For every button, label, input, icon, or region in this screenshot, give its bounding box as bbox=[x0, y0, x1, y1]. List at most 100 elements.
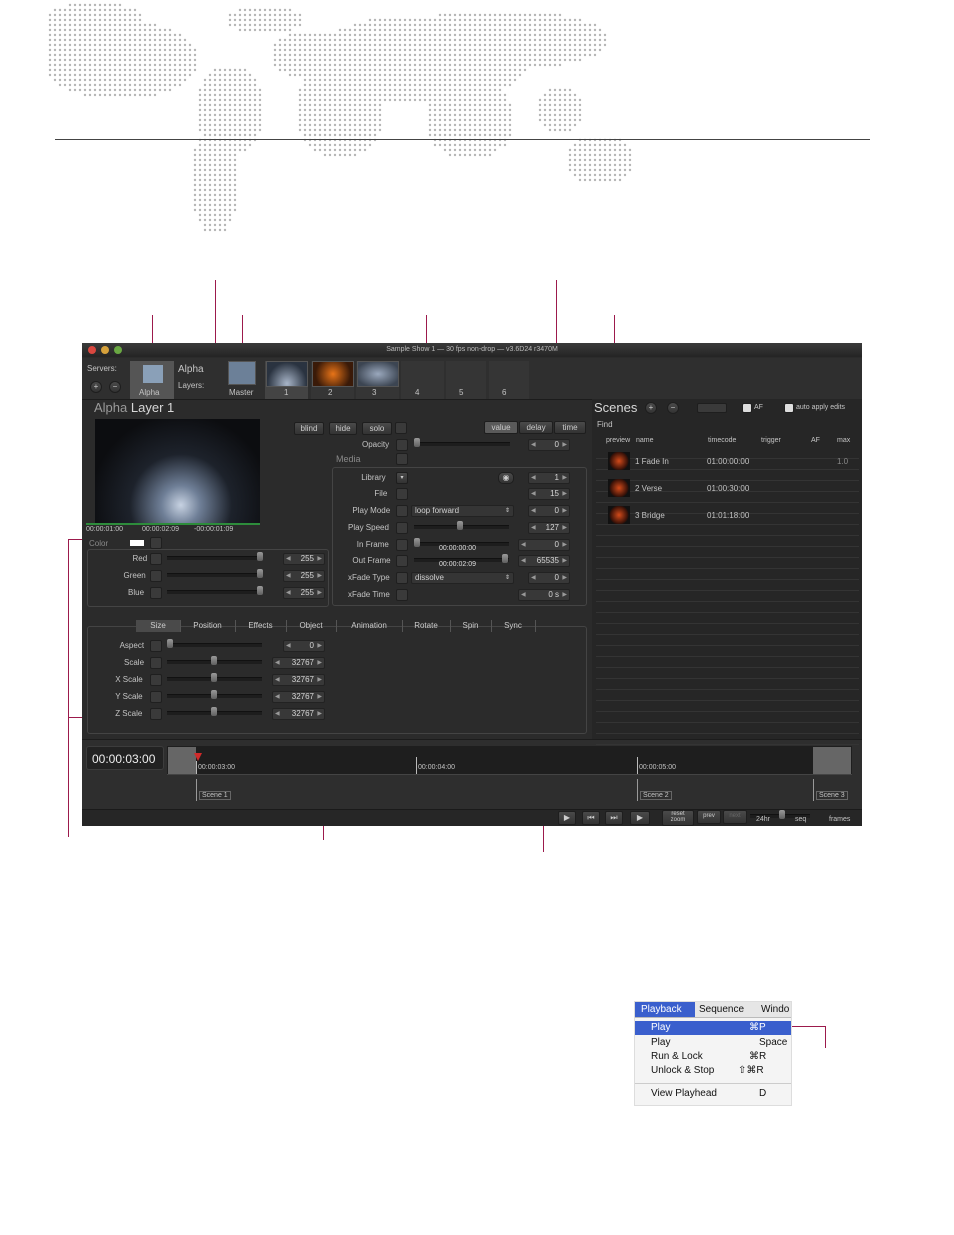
color-red-knob[interactable] bbox=[257, 552, 263, 561]
z-scale-knob[interactable] bbox=[211, 707, 217, 716]
color-blue-checkbox[interactable] bbox=[150, 587, 162, 599]
menu-item-run-lock[interactable]: Run & Lock ⌘R bbox=[635, 1050, 791, 1064]
value-mode-button[interactable]: value bbox=[484, 421, 518, 434]
tab-animation[interactable]: Animation bbox=[336, 620, 403, 632]
add-server-button[interactable]: + bbox=[90, 381, 102, 393]
server-alpha-tile[interactable]: Alpha bbox=[130, 361, 174, 399]
playspeed-value[interactable]: ◀ 127 ▶ bbox=[528, 522, 570, 534]
scale-value[interactable]: ◀ 32767 ▶ bbox=[272, 657, 325, 669]
scale-checkbox[interactable] bbox=[150, 657, 162, 669]
file-value[interactable]: ◀ 15 ▶ bbox=[528, 488, 570, 500]
outframe-value[interactable]: ◀ 65535 ▶ bbox=[518, 555, 570, 567]
color-red-value[interactable]: ◀ 255 ▶ bbox=[283, 553, 325, 565]
timeline-range-start[interactable] bbox=[168, 747, 196, 774]
color-green-slider[interactable] bbox=[167, 573, 262, 577]
menu-item-view-playhead[interactable]: View Playhead D bbox=[635, 1087, 791, 1101]
zoom-slider-knob[interactable] bbox=[779, 810, 785, 819]
cue-scene-1[interactable]: Scene 1 bbox=[196, 779, 233, 801]
fps-label[interactable]: 24hr bbox=[756, 816, 770, 823]
inframe-checkbox[interactable] bbox=[396, 539, 408, 551]
frames-label[interactable]: frames bbox=[829, 816, 850, 823]
cue-scene-2[interactable]: Scene 2 bbox=[637, 779, 674, 801]
x-scale-checkbox[interactable] bbox=[150, 674, 162, 686]
playhead-marker[interactable] bbox=[194, 753, 202, 761]
reset-zoom-button[interactable]: reset zoom bbox=[662, 810, 694, 826]
solo-button[interactable]: solo bbox=[362, 422, 392, 435]
scene-row[interactable]: 3 Bridge 01:01:18:00 bbox=[596, 505, 859, 529]
y-scale-value[interactable]: ◀ 32767 ▶ bbox=[272, 691, 325, 703]
color-green-value[interactable]: ◀ 255 ▶ bbox=[283, 570, 325, 582]
menu-item-play[interactable]: Play ⌘P bbox=[635, 1021, 791, 1035]
tab-position[interactable]: Position bbox=[180, 620, 236, 632]
eye-icon[interactable]: ◉ bbox=[498, 472, 514, 484]
layer-slot-2[interactable] bbox=[311, 361, 354, 399]
outframe-knob[interactable] bbox=[502, 554, 508, 563]
library-value[interactable]: ◀ 1 ▶ bbox=[528, 472, 570, 484]
layer-slot-4[interactable] bbox=[401, 361, 444, 399]
tab-size[interactable]: Size bbox=[136, 620, 181, 632]
z-scale-checkbox[interactable] bbox=[150, 708, 162, 720]
tab-object[interactable]: Object bbox=[286, 620, 337, 632]
color-red-checkbox[interactable] bbox=[150, 553, 162, 565]
z-scale-value[interactable]: ◀ 32767 ▶ bbox=[272, 708, 325, 720]
layer-slot-6[interactable] bbox=[489, 361, 529, 399]
opacity-slider-knob[interactable] bbox=[414, 438, 420, 447]
xfadetime-checkbox[interactable] bbox=[396, 589, 408, 601]
inframe-value[interactable]: ◀ 0 ▶ bbox=[518, 539, 570, 551]
outframe-checkbox[interactable] bbox=[396, 555, 408, 567]
menu-item-play[interactable]: Play Space bbox=[635, 1036, 791, 1050]
xfadetype-value[interactable]: ◀ 0 ▶ bbox=[528, 572, 570, 584]
play-button[interactable]: ▶ bbox=[558, 811, 576, 825]
aspect-checkbox[interactable] bbox=[150, 640, 162, 652]
lock-play-button[interactable]: ▶ bbox=[630, 811, 650, 825]
color-red-slider[interactable] bbox=[167, 556, 262, 560]
playmode-select[interactable]: loop forward ⇕ bbox=[411, 505, 514, 517]
menu-sequence[interactable]: Sequence bbox=[699, 1002, 744, 1017]
menu-playback[interactable]: Playback bbox=[635, 1002, 695, 1017]
inframe-knob[interactable] bbox=[414, 538, 420, 547]
scene-row[interactable]: 1 Fade In 01:00:00:00 1.0 bbox=[596, 451, 859, 475]
cue-scene-3[interactable]: Scene 3 bbox=[813, 779, 852, 801]
scale-knob[interactable] bbox=[211, 656, 217, 665]
tab-spin[interactable]: Spin bbox=[450, 620, 492, 632]
remove-server-button[interactable]: − bbox=[109, 381, 121, 393]
layer-slot-3[interactable] bbox=[356, 361, 399, 399]
tab-sync[interactable]: Sync bbox=[491, 620, 536, 632]
playmode-value[interactable]: ◀ 0 ▶ bbox=[528, 505, 570, 517]
remove-scene-button[interactable]: − bbox=[667, 402, 679, 414]
af-checkbox[interactable] bbox=[742, 403, 752, 413]
y-scale-checkbox[interactable] bbox=[150, 691, 162, 703]
hide-button[interactable]: hide bbox=[329, 422, 357, 435]
auto-apply-checkbox[interactable] bbox=[784, 403, 794, 413]
x-scale-value[interactable]: ◀ 32767 ▶ bbox=[272, 674, 325, 686]
scene-row[interactable]: 2 Verse 01:00:30:00 bbox=[596, 478, 859, 502]
timeline-range-end[interactable] bbox=[813, 747, 851, 774]
xfadetime-value[interactable]: ◀ 0 s ▶ bbox=[518, 589, 570, 601]
scene-store-button[interactable] bbox=[697, 403, 727, 413]
solo-checkbox[interactable] bbox=[395, 422, 407, 434]
xfadetype-select[interactable]: dissolve ⇕ bbox=[411, 572, 514, 584]
playspeed-knob[interactable] bbox=[457, 521, 463, 530]
menu-item-unlock-stop[interactable]: Unlock & Stop ⇧⌘R bbox=[635, 1064, 791, 1078]
y-scale-knob[interactable] bbox=[211, 690, 217, 699]
skip-back-button[interactable]: ⏮ bbox=[582, 811, 600, 825]
blind-button[interactable]: blind bbox=[294, 422, 324, 435]
next-button[interactable]: next bbox=[723, 810, 747, 824]
playmode-checkbox[interactable] bbox=[396, 505, 408, 517]
xfadetype-checkbox[interactable] bbox=[396, 572, 408, 584]
color-green-knob[interactable] bbox=[257, 569, 263, 578]
seq-label[interactable]: seq bbox=[795, 816, 806, 823]
playspeed-checkbox[interactable] bbox=[396, 522, 408, 534]
layer-slot-5[interactable] bbox=[446, 361, 486, 399]
master-layer-tile[interactable]: Master bbox=[224, 361, 260, 399]
color-blue-knob[interactable] bbox=[257, 586, 263, 595]
file-checkbox[interactable] bbox=[396, 488, 408, 500]
color-blue-slider[interactable] bbox=[167, 590, 262, 594]
time-mode-button[interactable]: time bbox=[554, 421, 586, 434]
prev-button[interactable]: prev bbox=[697, 810, 721, 824]
opacity-slider[interactable] bbox=[414, 442, 510, 446]
opacity-value[interactable]: ◀ 0 ▶ bbox=[528, 439, 570, 451]
preview-scrub-bar[interactable] bbox=[86, 523, 260, 525]
skip-forward-button[interactable]: ⏭ bbox=[605, 811, 623, 825]
aspect-knob[interactable] bbox=[167, 639, 173, 648]
